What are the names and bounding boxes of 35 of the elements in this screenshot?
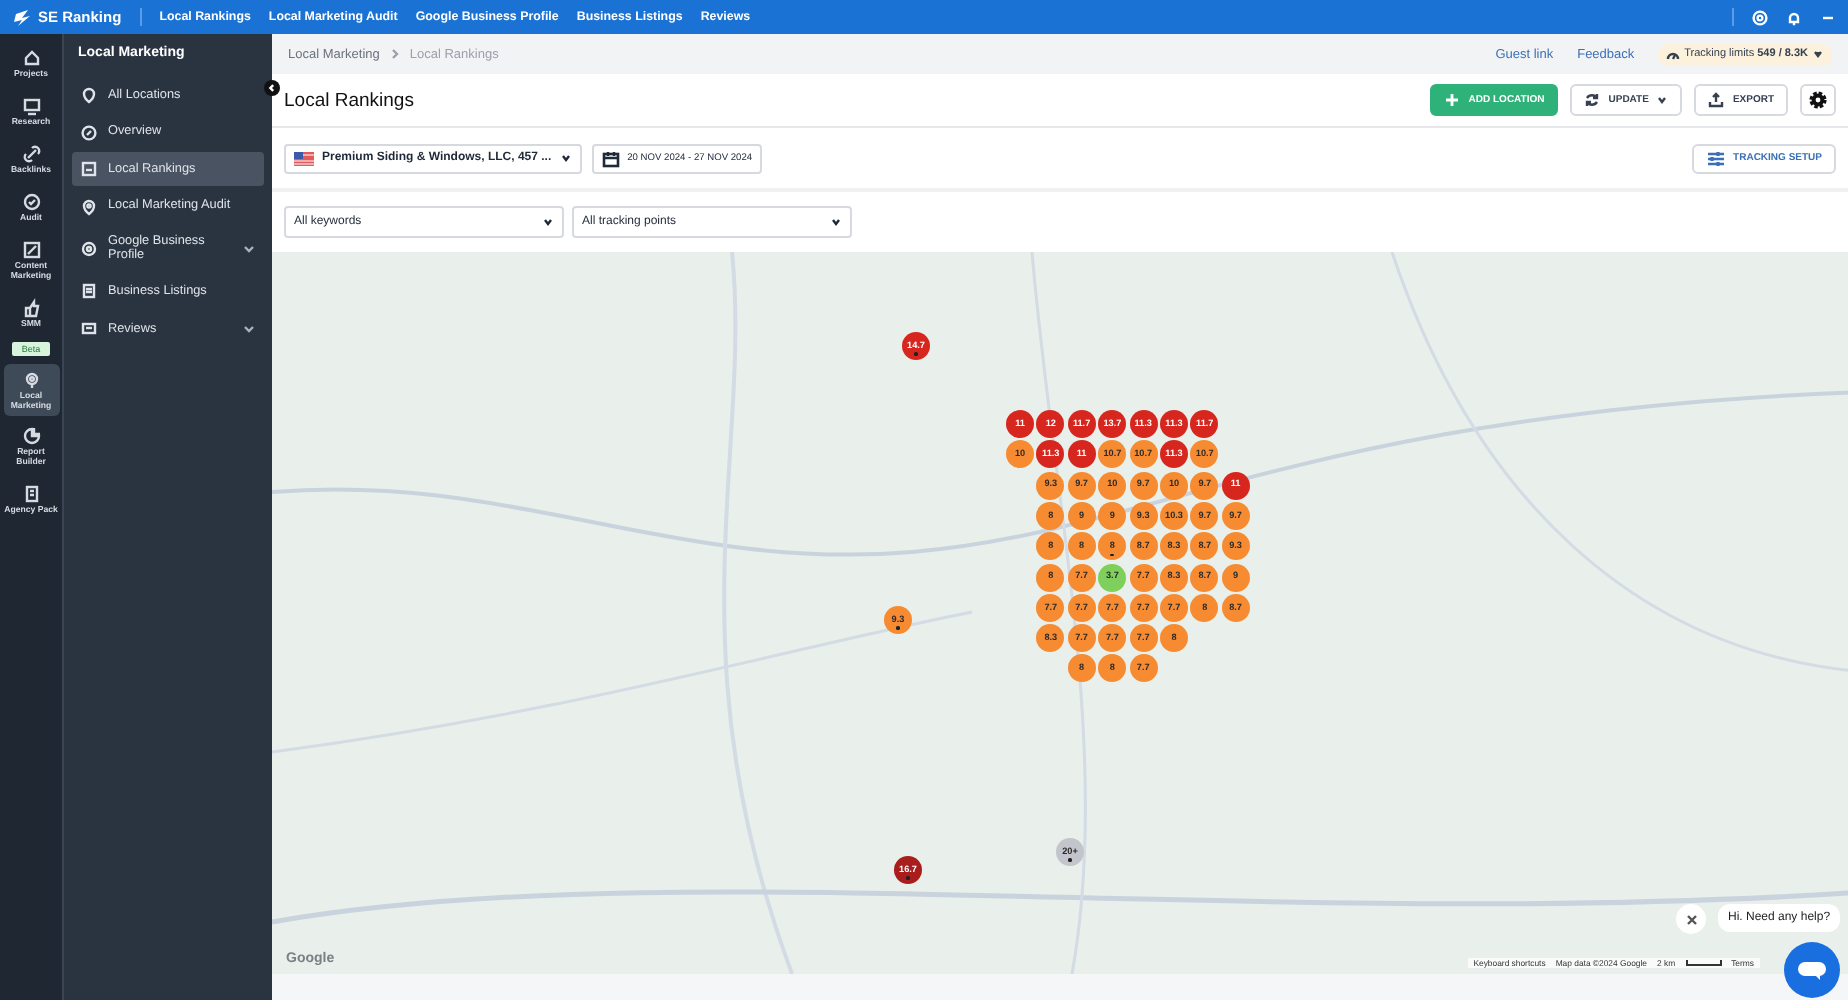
caret-icon [830, 216, 842, 228]
scale-bar [1685, 960, 1722, 966]
pie-chart-icon [21, 426, 41, 447]
settings-icon [1808, 90, 1828, 110]
monitor-icon [21, 95, 41, 116]
help-icon [1752, 9, 1768, 25]
close-icon [1685, 913, 1697, 925]
target-icon [80, 239, 98, 258]
location-pin-icon [21, 369, 41, 390]
page-title: Local Rankings [284, 89, 414, 111]
upload-icon [1708, 92, 1725, 108]
caret-icon [542, 216, 554, 228]
logo-icon [12, 7, 32, 27]
edit-icon [21, 239, 41, 260]
bell-icon [1786, 9, 1802, 25]
plus-icon [1444, 92, 1461, 108]
home-icon [21, 48, 41, 68]
check-circle-icon [21, 191, 41, 212]
pin-icon [80, 197, 98, 215]
caret-icon [559, 152, 572, 164]
thumbs-up-icon [21, 297, 41, 318]
pin-icon [80, 86, 98, 104]
list-icon [80, 282, 98, 301]
message-icon [80, 319, 98, 338]
flag-icon [294, 151, 314, 165]
building-icon [21, 484, 41, 505]
chat-icon [1796, 958, 1828, 982]
sliders-icon [1705, 149, 1726, 167]
caret-icon [1812, 48, 1824, 60]
link-icon [21, 143, 41, 164]
calendar-icon [601, 149, 620, 167]
chevron-right-icon [389, 48, 400, 60]
caret-icon [1656, 94, 1669, 106]
settings-button[interactable] [1800, 84, 1836, 116]
refresh-icon [1584, 92, 1601, 108]
